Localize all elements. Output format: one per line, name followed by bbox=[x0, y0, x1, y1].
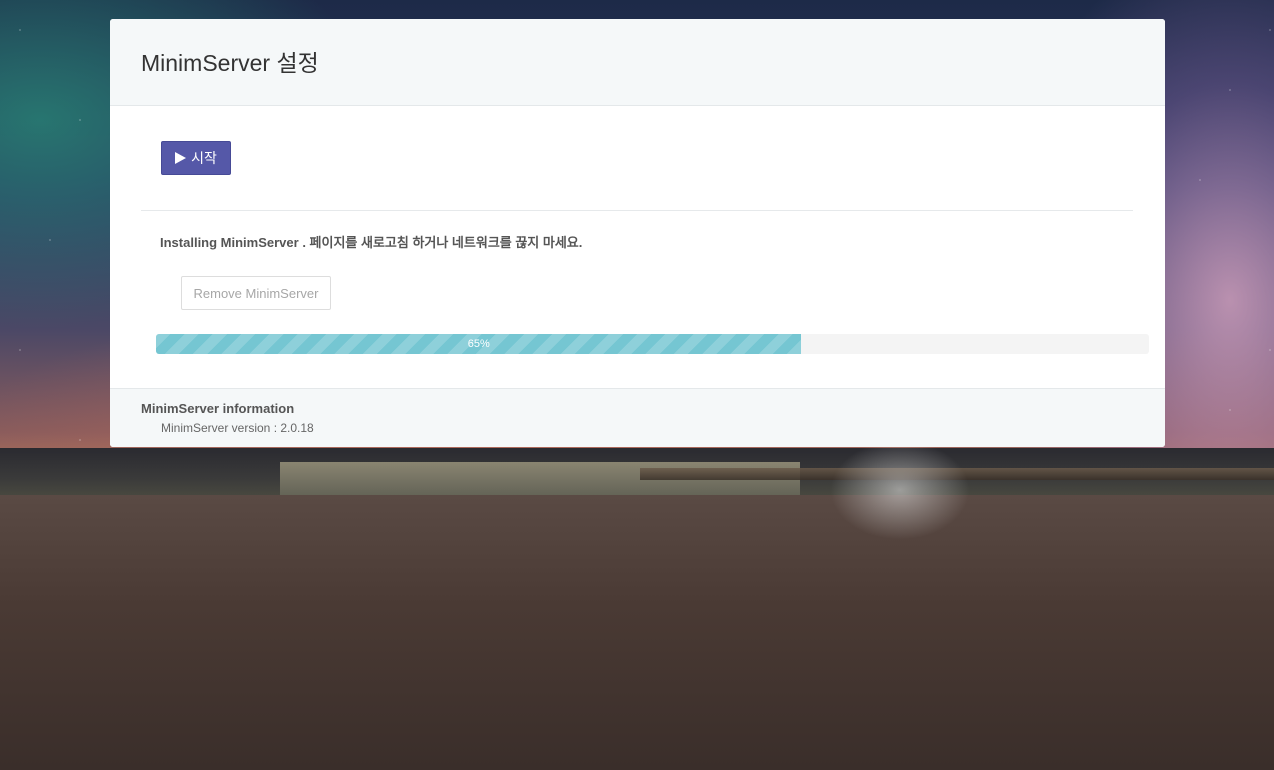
card-header: MinimServer 설정 bbox=[110, 19, 1165, 106]
card-body: 시작 Installing MinimServer . 페이지를 새로고침 하거… bbox=[110, 106, 1165, 388]
start-button-label: 시작 bbox=[191, 150, 217, 166]
install-status-message: Installing MinimServer . 페이지를 새로고침 하거나 네… bbox=[160, 235, 583, 250]
settings-card: MinimServer 설정 시작 Installing MinimServer… bbox=[110, 19, 1165, 447]
card-footer: MinimServer information MinimServer vers… bbox=[110, 388, 1165, 447]
install-progress: 65% bbox=[156, 334, 1149, 354]
install-progress-bar: 65% bbox=[156, 334, 802, 354]
version-info: MinimServer version : 2.0.18 bbox=[161, 421, 314, 435]
hot-spring-ground bbox=[0, 495, 1274, 770]
page-title: MinimServer 설정 bbox=[141, 50, 319, 76]
divider bbox=[141, 210, 1133, 211]
remove-minimserver-button[interactable]: Remove MinimServer bbox=[181, 276, 331, 310]
steam bbox=[830, 440, 970, 540]
start-button[interactable]: 시작 bbox=[161, 141, 231, 175]
progress-label: 65% bbox=[467, 338, 490, 350]
info-title: MinimServer information bbox=[141, 401, 295, 416]
play-icon bbox=[175, 152, 187, 164]
